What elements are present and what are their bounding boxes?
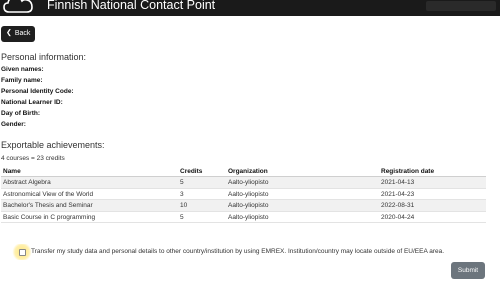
table-row: Abstract Algebra 5 Aalto-yliopisto 2021-… xyxy=(1,177,486,189)
top-bar-menu[interactable] xyxy=(426,1,496,11)
table-header: Name Credits Organization Registration d… xyxy=(1,166,486,177)
course-name: Basic Course in C programming xyxy=(3,213,96,221)
column-header-name: Name xyxy=(3,168,21,175)
cloud-logo-icon xyxy=(3,0,33,16)
credits-summary: 4 courses = 23 credits xyxy=(1,155,65,162)
transfer-consent-label: Transfer my study data and personal deta… xyxy=(31,248,445,255)
transfer-consent-checkbox[interactable] xyxy=(19,249,26,256)
day-of-birth-field: Day of Birth: xyxy=(1,110,42,117)
column-header-registration-date: Registration date xyxy=(381,168,435,175)
course-name: Astronomical View of the World xyxy=(3,190,94,198)
table-row: Basic Course in C programming 5 Aalto-yl… xyxy=(1,212,486,223)
course-credits: 5 xyxy=(180,213,184,221)
back-button-label: Back xyxy=(14,30,31,37)
course-credits: 3 xyxy=(180,190,184,198)
family-name-field: Family name: xyxy=(1,77,45,84)
family-name-label: Family name: xyxy=(1,77,43,84)
course-organization: Aalto-yliopisto xyxy=(228,213,269,221)
national-learner-id-label: National Learner ID: xyxy=(1,99,63,106)
course-registration-date: 2022-08-31 xyxy=(381,202,415,209)
back-button[interactable]: ❮ Back xyxy=(1,26,35,42)
achievements-table: Name Credits Organization Registration d… xyxy=(1,166,486,223)
course-credits: 5 xyxy=(180,179,184,186)
table-row: Bachelor's Thesis and Seminar 10 Aalto-y… xyxy=(1,200,486,212)
column-header-credits: Credits xyxy=(180,168,203,175)
table-row: Astronomical View of the World 3 Aalto-y… xyxy=(1,189,486,200)
course-name: Abstract Algebra xyxy=(3,179,51,186)
course-name: Bachelor's Thesis and Seminar xyxy=(3,202,93,209)
given-names-label: Given names: xyxy=(1,66,44,73)
gender-field: Gender: xyxy=(1,121,28,128)
personal-identity-code-label: Personal Identity Code: xyxy=(1,88,74,95)
course-organization: Aalto-yliopisto xyxy=(228,190,269,198)
day-of-birth-label: Day of Birth: xyxy=(1,110,40,117)
given-names-field: Given names: xyxy=(1,66,46,73)
app-title: Finnish National Contact Point xyxy=(47,0,216,12)
course-registration-date: 2021-04-13 xyxy=(381,179,415,186)
submit-button[interactable]: Submit xyxy=(451,262,485,279)
chevron-left-icon: ❮ xyxy=(6,29,12,37)
national-learner-id-field: National Learner ID: xyxy=(1,99,65,106)
personal-information-title: Personal information: xyxy=(1,52,87,62)
gender-label: Gender: xyxy=(1,121,26,128)
course-organization: Aalto-yliopisto xyxy=(228,179,269,186)
column-header-organization: Organization xyxy=(228,168,268,175)
personal-identity-code-field: Personal Identity Code: xyxy=(1,88,76,95)
transfer-consent: Transfer my study data and personal deta… xyxy=(12,244,492,260)
top-bar: Finnish National Contact Point xyxy=(0,0,500,16)
course-registration-date: 2021-04-23 xyxy=(381,190,415,198)
exportable-achievements-title: Exportable achievements: xyxy=(1,140,105,150)
course-organization: Aalto-yliopisto xyxy=(228,202,269,209)
course-registration-date: 2020-04-24 xyxy=(381,213,415,221)
course-credits: 10 xyxy=(180,202,188,209)
